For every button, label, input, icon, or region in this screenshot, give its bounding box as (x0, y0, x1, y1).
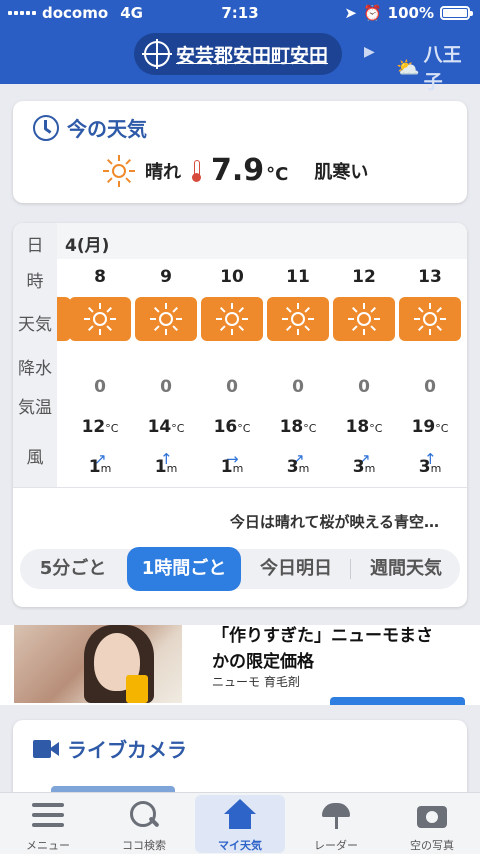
rain-value: 0 (160, 377, 172, 397)
hour-column: 10 0 16°C → (199, 259, 265, 487)
ad-image (14, 625, 182, 703)
menu-icon (32, 799, 64, 831)
sun-icon (84, 303, 116, 335)
temp-value: 16°C (213, 417, 251, 437)
next-location-tab[interactable]: ⛅ 八王子 (396, 40, 480, 94)
weather-tile (201, 297, 263, 341)
label-wind: 風 (26, 448, 44, 468)
status-bar: docomo 4G 7:13 ➤ ⏰ 100% (0, 0, 480, 26)
hour-value: 11 (286, 267, 310, 287)
rain-value: 0 (358, 377, 370, 397)
location-arrow-icon: ➤ (344, 4, 357, 22)
battery-percent: 100% (387, 4, 434, 22)
forecast-comment[interactable]: 今日は晴れて桜が映える青空… (230, 511, 439, 532)
nav-my-weather-label: マイ天気 (218, 839, 262, 852)
label-day: 日 (26, 236, 44, 256)
alarm-icon: ⏰ (362, 4, 382, 22)
sun-icon (216, 303, 248, 335)
nav-search-label: ココ検索 (122, 839, 166, 852)
cloud-sun-icon: ⛅ (396, 56, 420, 79)
nav-menu[interactable]: メニュー (0, 793, 96, 854)
tab-today-tomorrow[interactable]: 今日明日 (244, 549, 348, 589)
forecast-range-tabs: 5分ごと 1時間ごと 今日明日 週間天気 (20, 547, 460, 591)
current-location-button[interactable]: 安芸郡安田町安田 (134, 33, 343, 75)
ad-source: ニューモ 育毛剤 (212, 675, 300, 689)
temp-value: 19°C (411, 417, 449, 437)
hour-column: 11 0 18°C ↗ (265, 259, 331, 487)
rain-value: 0 (94, 377, 106, 397)
nav-search[interactable]: ココ検索 (96, 793, 192, 854)
hour-value: 12 (352, 267, 376, 287)
ad-headline: 「作りすぎた」ニューモまさ かの限定価格 (212, 626, 433, 672)
current-location-label: 安芸郡安田町安田 (176, 44, 329, 67)
tab-divider (350, 559, 351, 579)
hour-value: 9 (160, 267, 172, 287)
sun-icon (103, 154, 135, 187)
label-rain: 降水 (18, 359, 52, 379)
hour-value: 8 (94, 267, 106, 287)
weather-tile (69, 297, 131, 341)
app-header: docomo 4G 7:13 ➤ ⏰ 100% 安芸郡安田町安田 ▶ ⛅ 八王子 (0, 0, 480, 93)
nav-radar-label: レーダー (314, 839, 358, 852)
rain-value: 0 (226, 377, 238, 397)
live-camera-title: ライブカメラ (67, 738, 187, 762)
hour-column: 9 0 14°C ↑ (133, 259, 199, 487)
current-weather-title: 今の天気 (67, 117, 147, 141)
hourly-forecast-card: 日 時 天気 降水 気温 風 4(月) 8 0 12°C ↗ 9 0 14°C ↑ 10 0 16°… (13, 223, 467, 607)
current-temp: 7.9 (211, 153, 265, 188)
rain-value: 0 (424, 377, 436, 397)
row-labels: 日 時 天気 降水 気温 風 (13, 223, 57, 487)
current-temp-unit: °C (266, 164, 289, 185)
hour-value: 10 (220, 267, 244, 287)
sun-icon (348, 303, 380, 335)
temp-value: 14°C (147, 417, 185, 437)
hour-column: 12 0 18°C ↗ (331, 259, 397, 487)
weather-tile (135, 297, 197, 341)
temp-value: 18°C (345, 417, 383, 437)
clock-icon (33, 114, 59, 141)
nav-my-weather[interactable]: マイ天気 (192, 793, 288, 854)
temp-value: 12°C (81, 417, 119, 437)
radar-icon (320, 799, 352, 831)
hour-value: 13 (418, 267, 442, 287)
sun-icon (150, 303, 182, 335)
hour-column: 8 0 12°C ↗ (67, 259, 133, 487)
label-temp: 気温 (18, 398, 52, 418)
tab-5min[interactable]: 5分ごと (20, 549, 126, 589)
hour-column: 13 0 19°C ↑ (397, 259, 463, 487)
video-camera-icon (33, 739, 59, 758)
ad-banner[interactable]: 「作りすぎた」ニューモまさ かの限定価格 ニューモ 育毛剤 (0, 625, 480, 705)
label-hour: 時 (26, 272, 44, 292)
tab-weekly[interactable]: 週間天気 (352, 549, 460, 589)
battery-icon (440, 6, 473, 20)
rain-value: 0 (292, 377, 304, 397)
forecast-date: 4(月) (65, 236, 110, 256)
ad-cta-button[interactable] (330, 697, 465, 705)
bottom-tab-bar: メニュー ココ検索 マイ天気 レーダー 空の写真 (0, 792, 480, 854)
crosshair-icon (142, 39, 172, 69)
temp-value: 18°C (279, 417, 317, 437)
nav-menu-label: メニュー (26, 839, 70, 852)
weather-tile (333, 297, 395, 341)
weather-tile (399, 297, 461, 341)
divider (13, 487, 467, 488)
sun-icon (414, 303, 446, 335)
tab-hourly[interactable]: 1時間ごと (127, 547, 241, 591)
camera-icon (416, 799, 448, 831)
current-condition: 晴れ (145, 161, 181, 183)
next-location-label: 八王子 (423, 44, 462, 93)
label-weather: 天気 (18, 315, 52, 335)
current-weather-card: 今の天気 晴れ 7.9 °C 肌寒い (13, 101, 467, 203)
search-icon (128, 799, 160, 831)
nav-sky-photo[interactable]: 空の写真 (384, 793, 480, 854)
sun-icon (282, 303, 314, 335)
weather-tile (267, 297, 329, 341)
thermometer-icon (191, 159, 201, 182)
home-icon (224, 799, 256, 831)
nav-sky-photo-label: 空の写真 (410, 839, 454, 852)
date-row: 4(月) (57, 223, 467, 259)
feel-label: 肌寒い (314, 161, 369, 183)
chevron-right-icon: ▶ (364, 44, 375, 60)
nav-radar[interactable]: レーダー (288, 793, 384, 854)
